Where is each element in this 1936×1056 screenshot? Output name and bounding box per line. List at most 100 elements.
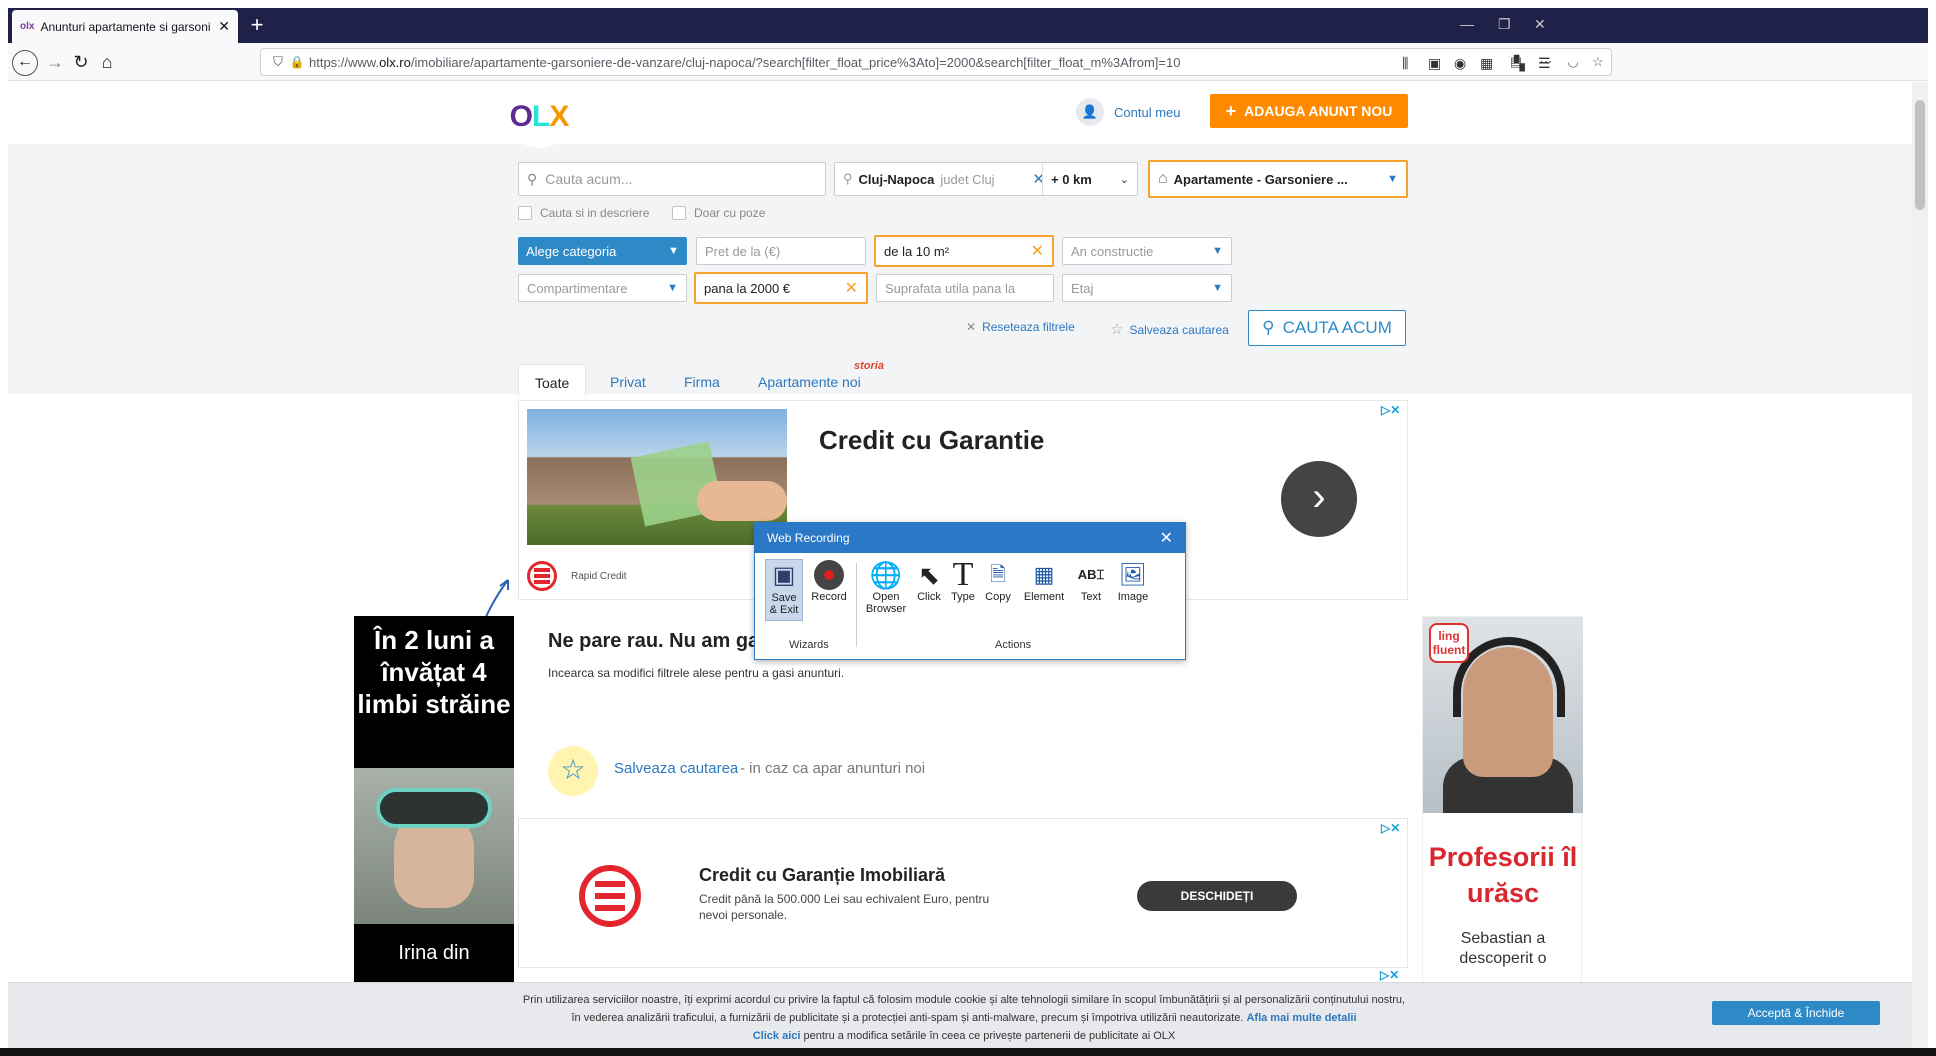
cookie-banner: Prin utilizarea serviciilor noastre, îți… — [8, 982, 1920, 1048]
clear-price-icon[interactable]: ✕ — [845, 278, 858, 298]
extension-icon[interactable]: ▦ — [1480, 55, 1493, 72]
chevron-down-icon: ⌄ — [1119, 173, 1129, 186]
construction-year-select[interactable]: An constructie ▼ — [1062, 237, 1232, 265]
reset-filters-link[interactable]: ✕ Reseteaza filtrele — [966, 320, 1075, 334]
url-bar[interactable]: ⛉ 🔒 https://www.olx.ro/imobiliare/aparta… — [260, 48, 1612, 76]
text-button[interactable]: AB⌶ Text — [1073, 559, 1109, 603]
pin-icon: ⚲ — [843, 171, 853, 186]
olx-favicon-icon: olx — [20, 21, 35, 32]
save-search-link[interactable]: Salveaza cautarea — [614, 760, 738, 777]
account-label: Contul meu — [1114, 104, 1181, 120]
cookie-text-2: în vederea analizării traficului, a furn… — [571, 1012, 1244, 1024]
lock-icon[interactable]: 🔒 — [289, 55, 305, 69]
back-icon[interactable]: ← — [12, 50, 38, 76]
save-exit-button[interactable]: ▣ Save & Exit — [765, 559, 803, 621]
left-ad-headline: În 2 luni a învățat 4 limbi străine — [357, 625, 511, 719]
account-link[interactable]: 👤 Contul meu — [1076, 98, 1180, 126]
photos-only-checkbox[interactable]: Doar cu poze — [672, 206, 765, 220]
category-dropdown[interactable]: Alege categoria ▼ — [518, 237, 687, 265]
bookmark-star-icon[interactable]: ☆ — [1585, 54, 1611, 70]
nav-bar: ← → ↻ ⌂ ⛉ 🔒 https://www.olx.ro/imobiliar… — [8, 43, 1928, 81]
close-tab-icon[interactable]: ✕ — [218, 18, 230, 35]
right-sidebar-ad[interactable]: ling fluent Profesorii îl urăsc Sebastia… — [1422, 616, 1583, 996]
vertical-scrollbar[interactable] — [1912, 82, 1928, 1048]
star-icon[interactable]: ☆ — [548, 746, 598, 796]
type-button[interactable]: T Type — [947, 556, 979, 604]
post-ad-button[interactable]: + ADAUGA ANUNT NOU — [1210, 94, 1408, 128]
category-select[interactable]: ⌂ Apartamente - Garsoniere ... ▼ — [1148, 160, 1408, 198]
tab-all[interactable]: Toate — [518, 364, 587, 396]
radius-select[interactable]: + 0 km ⌄ — [1042, 162, 1138, 196]
browser-window: olx Anunturi apartamente si garsoni ✕ + … — [0, 0, 1936, 1056]
dropdown-arrow-icon: ▼ — [668, 245, 679, 257]
open-browser-button[interactable]: 🌐 Open Browser — [863, 559, 909, 615]
dropdown-arrow-icon: ▼ — [1212, 245, 1223, 257]
ad2-title: Credit cu Garanție Imobiliară — [699, 865, 946, 885]
location-input[interactable]: ⚲ Cluj-Napoca judet Cluj ✕ — [834, 162, 1054, 196]
area-from-input[interactable]: de la 10 m² ✕ — [874, 235, 1054, 267]
banner-ad-bottom[interactable]: Credit cu Garanție Imobiliară Credit pân… — [518, 818, 1408, 968]
image-button[interactable]: 🖼 Image — [1113, 559, 1153, 603]
storia-badge: storia — [854, 360, 884, 372]
cookie-click-here-link[interactable]: Click aici — [753, 1030, 801, 1042]
element-grid-icon: ▦ — [1033, 562, 1055, 587]
cookie-text-3: pentru a modifica setările în ceea ce pr… — [803, 1030, 1176, 1042]
web-recording-toolbar: Web Recording ✕ ▣ Save & Exit Record 🌐 Op… — [754, 522, 1186, 660]
ad-next-arrow-icon[interactable]: › — [1281, 461, 1357, 537]
search-button[interactable]: ⚲ CAUTA ACUM — [1248, 310, 1406, 346]
search-input[interactable]: ⚲ Cauta acum... — [518, 162, 826, 196]
url-text[interactable]: https://www.olx.ro/imobiliare/apartament… — [309, 55, 1501, 70]
close-icon[interactable]: ✕ — [1160, 528, 1173, 548]
uipath-extension-icon[interactable]: ▚ — [1514, 55, 1525, 72]
new-tab-icon[interactable]: + — [244, 12, 270, 38]
cursor-icon: ⬉ — [918, 560, 940, 590]
adchoices-icon[interactable]: ▷✕ — [1381, 403, 1400, 417]
no-results-subtitle: Incearca sa modifici filtrele alese pent… — [548, 666, 845, 680]
record-icon — [807, 559, 851, 591]
layout-select[interactable]: Compartimentare ▼ — [518, 274, 687, 302]
ad-brand: Rapid Credit — [527, 561, 627, 591]
price-to-input[interactable]: pana la 2000 € ✕ — [694, 272, 868, 304]
left-sidebar-ad[interactable]: În 2 luni a învățat 4 limbi străine Irin… — [354, 616, 514, 996]
dropdown-arrow-icon: ▼ — [1212, 282, 1223, 294]
olx-logo[interactable]: OLX — [508, 86, 570, 148]
record-button[interactable]: Record — [807, 559, 851, 603]
shield-icon[interactable]: ⛉ — [267, 54, 289, 70]
save-search-link[interactable]: ☆ Salveaza cautarea — [1110, 320, 1229, 338]
type-t-icon: T — [952, 556, 974, 593]
close-window-icon[interactable]: ✕ — [1534, 16, 1546, 33]
cookie-details-link[interactable]: Afla mai multe detalii — [1246, 1012, 1356, 1024]
forward-icon[interactable]: → — [42, 50, 68, 76]
click-button[interactable]: ⬉ Click — [913, 559, 945, 603]
accept-cookies-button[interactable]: Acceptă & Închide — [1712, 1001, 1880, 1025]
menu-icon[interactable]: ☰ — [1538, 55, 1551, 72]
tab-private[interactable]: Privat — [594, 364, 662, 396]
right-ad-headline: Profesorii îl urăsc — [1428, 842, 1578, 908]
adchoices-icon[interactable]: ▷✕ — [1381, 821, 1400, 835]
left-ad-image — [354, 768, 514, 924]
search-icon: ⚲ — [527, 170, 538, 187]
copy-button[interactable]: 🗎 Copy — [981, 559, 1015, 603]
home-icon[interactable]: ⌂ — [94, 50, 120, 76]
restore-icon[interactable]: ❐ — [1498, 16, 1511, 33]
clear-area-icon[interactable]: ✕ — [1031, 241, 1044, 261]
account-icon[interactable]: ◉ — [1454, 55, 1466, 72]
pocket-icon[interactable]: ◡ — [1561, 54, 1585, 70]
area-to-input[interactable]: Suprafata utila pana la — [876, 274, 1054, 302]
library-icon[interactable]: ⫼ — [1402, 55, 1408, 72]
browser-tab[interactable]: olx Anunturi apartamente si garsoni ✕ — [12, 10, 238, 43]
adchoices-icon[interactable]: ▷✕ — [1380, 968, 1399, 982]
price-from-input[interactable]: Pret de la (€) — [696, 237, 866, 265]
sidebar-icon[interactable]: ▣ — [1428, 55, 1441, 72]
floor-select[interactable]: Etaj ▼ — [1062, 274, 1232, 302]
element-button[interactable]: ▦ Element — [1019, 559, 1069, 603]
search-description-checkbox[interactable]: Cauta si in descriere — [518, 206, 649, 220]
tab-bar: olx Anunturi apartamente si garsoni ✕ + … — [8, 8, 1928, 43]
minimize-icon[interactable]: — — [1460, 16, 1474, 32]
reload-icon[interactable]: ↻ — [68, 50, 94, 76]
actions-group-label: Actions — [995, 639, 1032, 651]
scrollbar-thumb[interactable] — [1915, 100, 1925, 210]
tab-company[interactable]: Firma — [668, 364, 736, 396]
ad2-open-button[interactable]: DESCHIDEȚI — [1137, 881, 1297, 911]
tab-title: Anunturi apartamente si garsoni — [40, 19, 211, 34]
